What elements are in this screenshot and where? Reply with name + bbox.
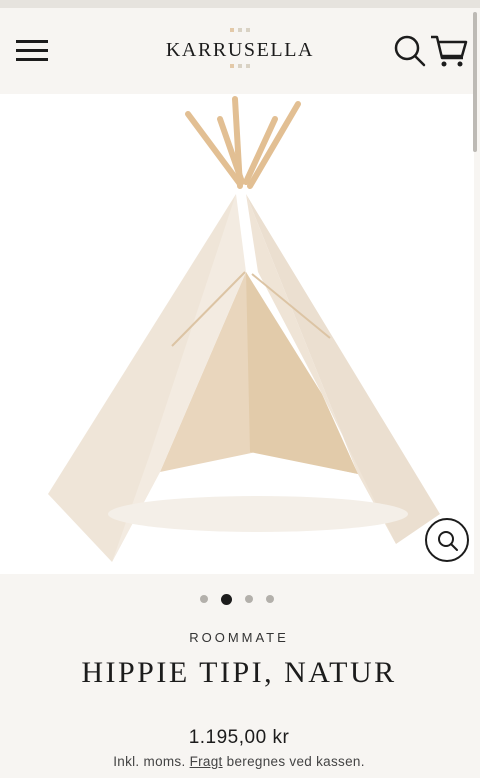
search-icon [394, 35, 426, 67]
shipping-link[interactable]: Fragt [190, 754, 223, 769]
product-price: 1.195,00 kr [188, 727, 290, 748]
product-page: KARRUSELLA ROOMMATE HIPPIE TIPI, NATUR 1… [0, 0, 480, 778]
logo-dot [238, 64, 242, 68]
site-header: KARRUSELLA [0, 8, 474, 94]
hamburger-icon-bar [16, 49, 48, 52]
hamburger-icon [16, 40, 48, 43]
scrollbar[interactable] [473, 12, 477, 152]
product-image[interactable] [0, 94, 474, 574]
hamburger-icon-bar [16, 58, 48, 61]
site-logo[interactable]: KARRUSELLA [150, 26, 330, 76]
search-button[interactable] [393, 34, 427, 68]
carousel-dots [0, 592, 474, 606]
product-vendor[interactable]: ROOMMATE [0, 630, 478, 645]
status-strip [0, 0, 480, 8]
logo-dot [246, 28, 250, 32]
logo-dot [230, 28, 234, 32]
tax-note-prefix: Inkl. moms. [113, 754, 186, 769]
logo-text: KARRUSELLA [165, 39, 315, 61]
logo-dot [238, 28, 242, 32]
menu-button[interactable] [14, 35, 50, 65]
zoom-icon [438, 531, 458, 551]
cart-button[interactable] [429, 34, 469, 68]
logo-dot [246, 64, 250, 68]
carousel-dot[interactable] [221, 593, 232, 605]
tax-note: Inkl. moms. Fragt beregnes ved kassen. [0, 754, 478, 769]
carousel-dot[interactable] [200, 595, 208, 603]
logo-dot [230, 64, 234, 68]
tax-note-suffix: beregnes ved kassen. [226, 754, 365, 769]
zoom-button[interactable] [425, 518, 469, 562]
logo-dots-top [150, 28, 330, 34]
product-title: HIPPIE TIPI, NATUR [81, 656, 397, 689]
logo-dots-bottom [150, 64, 330, 70]
carousel-dot[interactable] [245, 595, 253, 603]
tipi-tent-image [48, 96, 440, 562]
carousel-dot[interactable] [266, 595, 274, 603]
cart-icon [431, 35, 468, 67]
